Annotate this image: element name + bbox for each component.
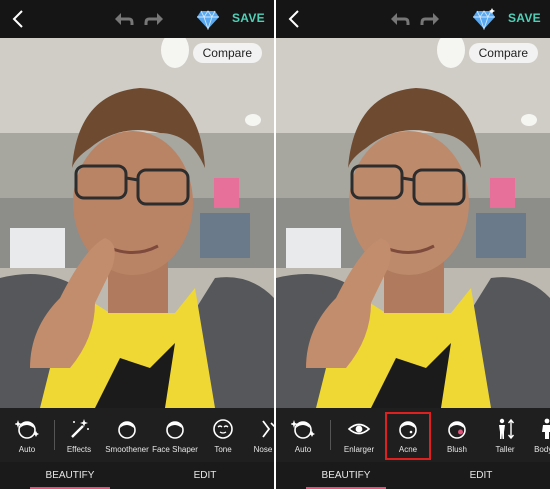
bottom-tabs: BEAUTIFY EDIT [0, 462, 274, 489]
tool-label: Body S [534, 445, 550, 454]
photo-preview[interactable]: Compare [0, 38, 274, 408]
tool-label: Tone [214, 445, 232, 454]
chevron-left-icon[interactable] [10, 8, 28, 30]
tool-label: Blush [446, 445, 467, 454]
compare-button[interactable]: Compare [468, 43, 538, 63]
tool-face-shaper[interactable]: Face Shaper [152, 408, 198, 462]
undo-icon[interactable] [388, 9, 410, 29]
redo-icon[interactable] [420, 9, 442, 29]
tool-tone[interactable]: Tone [200, 408, 246, 462]
taller-icon [493, 417, 517, 441]
tool-label: Smoothener [105, 445, 149, 454]
auto-face-icon [291, 417, 315, 441]
diamond-icon[interactable] [196, 8, 220, 30]
tool-effects[interactable]: Effects [56, 408, 102, 462]
tool-label: Nose En [253, 445, 274, 454]
save-button[interactable]: SAVE [508, 11, 541, 25]
face-shaper-icon [163, 417, 187, 441]
blush-icon [445, 417, 469, 441]
magic-wand-icon [67, 417, 91, 441]
tool-body-shaper[interactable]: Body S [524, 408, 550, 462]
photo-preview[interactable]: Compare [276, 38, 550, 408]
tool-taller[interactable]: Taller [482, 408, 528, 462]
portrait-photo [0, 38, 274, 408]
tool-label: Enlarger [343, 445, 375, 454]
save-button[interactable]: SAVE [232, 11, 265, 25]
chevron-left-icon[interactable] [286, 8, 304, 30]
diamond-sparkle-icon[interactable] [472, 8, 496, 30]
compare-button[interactable]: Compare [192, 43, 262, 63]
tool-label: Auto [294, 445, 312, 454]
nose-icon [257, 417, 274, 441]
beautify-toolbar: Auto Enlarger Acne Blush Taller Body S [276, 408, 550, 462]
tone-icon [211, 417, 235, 441]
tool-auto[interactable]: Auto [276, 408, 330, 462]
tab-edit[interactable]: EDIT [436, 462, 526, 489]
auto-face-icon [15, 417, 39, 441]
eye-icon [347, 417, 371, 441]
face-smooth-icon [115, 417, 139, 441]
body-icon [535, 417, 550, 441]
redo-icon[interactable] [144, 9, 166, 29]
tab-beautify[interactable]: BEAUTIFY [296, 462, 396, 489]
tool-blush[interactable]: Blush [434, 408, 480, 462]
tab-beautify[interactable]: BEAUTIFY [20, 462, 120, 489]
tool-label: Acne [398, 445, 418, 454]
tool-label: Taller [495, 445, 515, 454]
toolbar-divider [54, 420, 55, 450]
tool-label: Auto [18, 445, 36, 454]
beautify-toolbar: Auto Effects Smoothener Face Shaper Tone… [0, 408, 274, 462]
left-screen: SAVE Compare Auto Effects Smoothener Fac… [0, 0, 274, 489]
tool-smoothener[interactable]: Smoothener [104, 408, 150, 462]
tool-label: Effects [66, 445, 92, 454]
tool-nose-enhancer[interactable]: Nose En [246, 408, 274, 462]
right-screen: SAVE Compare Auto Enlarger Acne Blush Ta… [276, 0, 550, 489]
bottom-tabs: BEAUTIFY EDIT [276, 462, 550, 489]
top-bar: SAVE [0, 0, 274, 38]
portrait-photo [276, 38, 550, 408]
undo-icon[interactable] [112, 9, 134, 29]
tool-enlarger[interactable]: Enlarger [336, 408, 382, 462]
toolbar-divider [330, 420, 331, 450]
acne-icon [396, 417, 420, 441]
tool-acne[interactable]: Acne [385, 408, 431, 462]
tab-edit[interactable]: EDIT [160, 462, 250, 489]
top-bar: SAVE [276, 0, 550, 38]
tool-auto[interactable]: Auto [0, 408, 54, 462]
tool-label: Face Shaper [152, 445, 198, 454]
